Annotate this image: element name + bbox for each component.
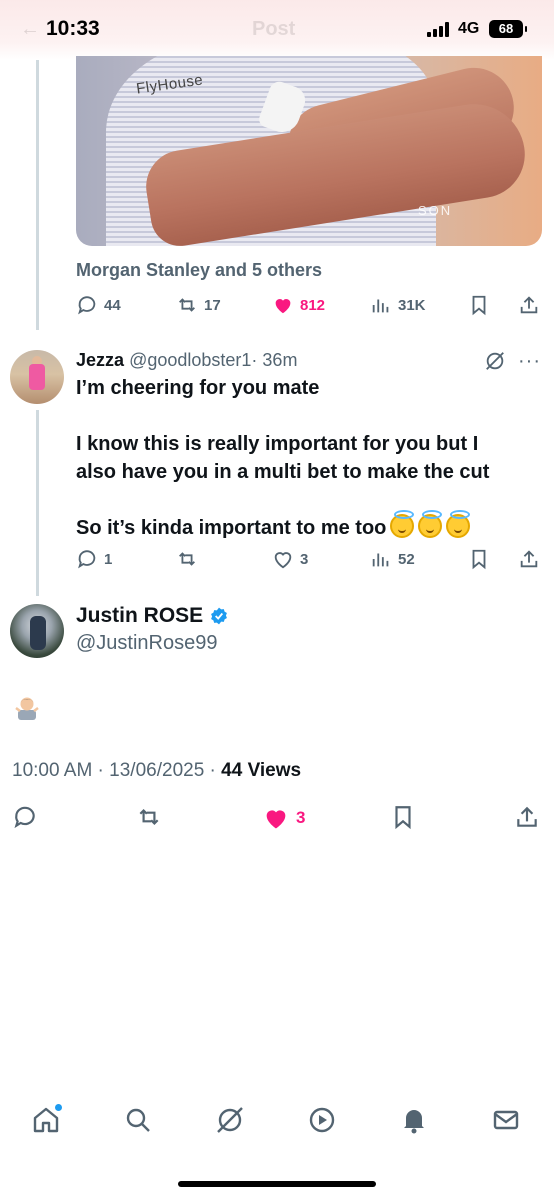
grok-icon (217, 1107, 243, 1133)
repost-count: 17 (204, 296, 221, 314)
search-icon (126, 1108, 150, 1132)
share-icon (517, 806, 537, 827)
reply-author: Jezza @goodlobster1· 36m (76, 350, 297, 371)
status-time: 10:33 (46, 17, 100, 40)
reply-count: 44 (104, 296, 121, 314)
reply-line-4: So it’s kinda important to me too (76, 510, 471, 542)
bookmark-icon (395, 806, 411, 830)
nav-notifications[interactable] (398, 1104, 430, 1136)
bookmark-icon (472, 549, 486, 570)
header-title: Post (252, 18, 296, 40)
reply-line-4-text: So it’s kinda important to me too (76, 517, 387, 539)
repost-button[interactable]: 17 (176, 294, 221, 316)
reply-button[interactable]: 1 (76, 548, 112, 570)
share-button[interactable] (514, 804, 540, 830)
reply-count: 1 (104, 550, 113, 568)
main-post-meta: 10:00 AM · 13/06/2025 · 44 Views (12, 760, 302, 781)
repost-icon (179, 552, 195, 566)
post-actions: 44 17 812 31K (0, 294, 554, 320)
thread-line (36, 60, 39, 330)
messages-icon (493, 1110, 519, 1130)
reply-line-3: also have you in a multi bet to make the… (76, 461, 490, 483)
bookmark-button[interactable] (468, 294, 490, 316)
views-button[interactable]: 52 (370, 548, 415, 570)
like-count: 3 (296, 808, 306, 827)
liked-by-text[interactable]: Morgan Stanley and 5 others (76, 260, 322, 281)
media-shirt-text: SON (418, 203, 453, 218)
status-bar: ← 10:33 Post 4G 68 (0, 0, 554, 60)
reply-line-2: I know this is really important for you … (76, 433, 479, 455)
like-count: 812 (300, 296, 326, 314)
views-icon (372, 553, 389, 567)
views-count: 31K (398, 296, 426, 314)
smiling-face-with-halo-icon (418, 510, 443, 538)
share-icon (520, 296, 538, 314)
reply-author-name[interactable]: Jezza (76, 350, 124, 370)
repost-button[interactable] (176, 548, 204, 570)
post-date: 13/06/2025 (109, 760, 205, 781)
main-post-actions: 3 (0, 804, 554, 830)
reply-button[interactable]: 44 (76, 294, 121, 316)
back-arrow-icon[interactable]: ← (20, 18, 40, 41)
more-options-icon[interactable]: ··· (518, 350, 541, 373)
share-button[interactable] (518, 548, 540, 570)
video-icon (309, 1107, 335, 1133)
nav-home[interactable] (30, 1104, 62, 1136)
share-button[interactable] (518, 294, 540, 316)
share-icon (520, 550, 538, 568)
reply-icon (78, 550, 96, 569)
verified-badge-icon (211, 607, 228, 625)
battery-indicator: 68 (489, 20, 527, 38)
repost-icon (139, 808, 159, 826)
reply-button[interactable] (12, 804, 38, 830)
post-views-count: 44 (221, 760, 243, 781)
home-indicator[interactable] (178, 1181, 376, 1187)
views-icon (372, 299, 389, 313)
like-button[interactable]: 812 (272, 294, 325, 316)
reply-time: · 36m (251, 350, 298, 370)
avatar[interactable] (10, 604, 64, 658)
nav-messages[interactable] (490, 1104, 522, 1136)
bookmark-icon (472, 295, 486, 316)
signal-icon (427, 22, 453, 37)
post-views-label: Views (247, 760, 302, 781)
reply-line-1: I’m cheering for you mate (76, 377, 320, 399)
grok-icon[interactable] (484, 350, 506, 372)
like-count: 3 (300, 550, 309, 568)
views-button[interactable]: 31K (370, 294, 426, 316)
nav-search[interactable] (122, 1104, 154, 1136)
bookmark-button[interactable] (468, 548, 490, 570)
notifications-icon (404, 1110, 424, 1134)
main-author: Justin ROSE (76, 604, 229, 628)
like-button[interactable]: 3 (272, 548, 308, 570)
like-button[interactable]: 3 (262, 804, 305, 832)
bookmark-button[interactable] (390, 804, 416, 830)
post-time: 10:00 AM (12, 760, 93, 781)
heart-filled-icon (266, 810, 286, 829)
smiling-face-with-halo-icon (390, 510, 415, 538)
views-count: 52 (398, 550, 415, 568)
home-notification-dot (55, 1104, 62, 1111)
nav-video[interactable] (306, 1104, 338, 1136)
reply-icon (78, 296, 96, 315)
network-type: 4G (458, 20, 480, 37)
repost-icon (179, 298, 195, 312)
man-shrugging-emoji (15, 697, 39, 720)
nav-grok[interactable] (214, 1104, 246, 1136)
main-author-handle[interactable]: @JustinRose99 (76, 632, 217, 655)
avatar[interactable] (10, 350, 64, 404)
main-author-name[interactable]: Justin ROSE (76, 604, 203, 628)
reply-author-handle[interactable]: @goodlobster1 (129, 350, 251, 370)
repost-button[interactable] (136, 804, 162, 830)
post-media-image[interactable]: FlyHouse SON (76, 56, 542, 246)
reply-actions: 1 3 52 (0, 548, 554, 574)
heart-outline-icon (274, 552, 292, 569)
heart-filled-icon (275, 299, 291, 314)
bottom-nav (0, 1090, 554, 1154)
reply-icon (14, 806, 35, 829)
smiling-face-with-halo-icon (446, 510, 471, 538)
